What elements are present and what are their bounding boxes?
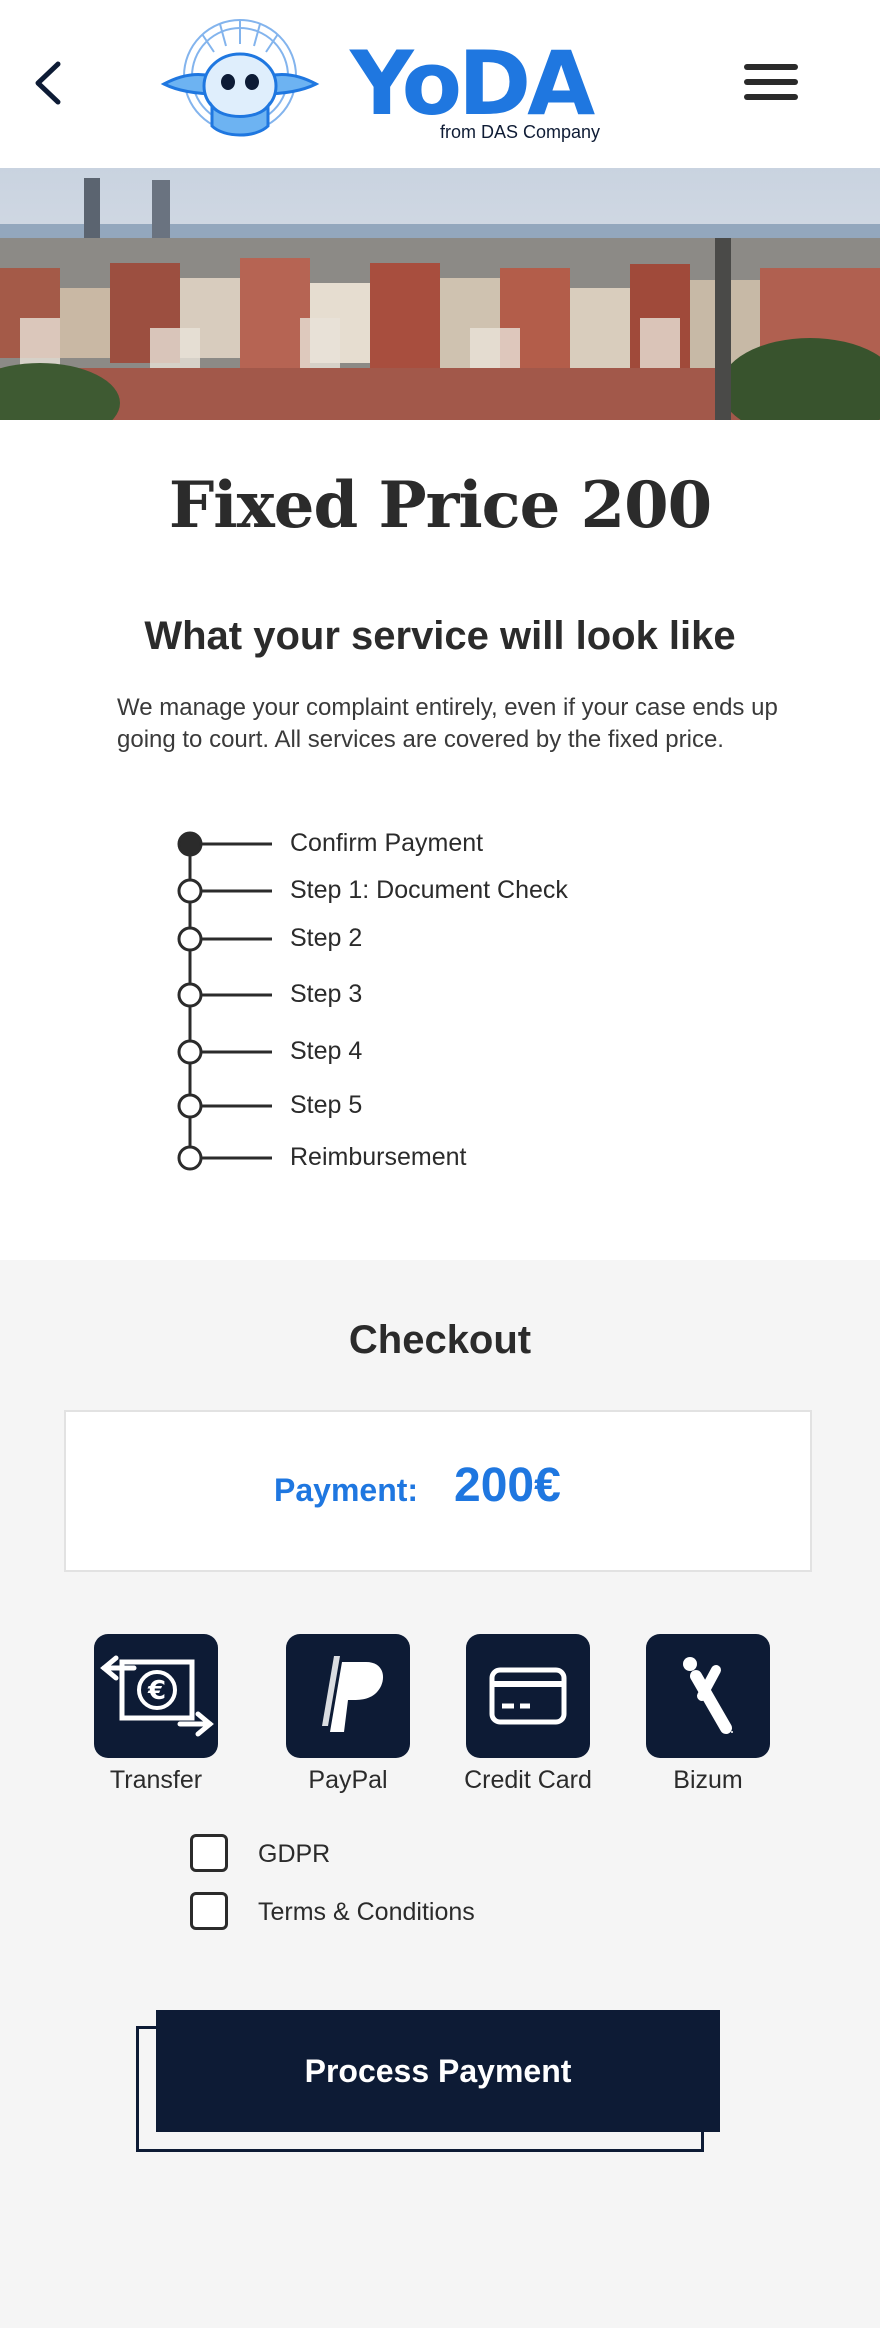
- payment-summary: Payment: 200€: [64, 1410, 812, 1572]
- hamburger-menu-icon[interactable]: [742, 60, 800, 104]
- terms-checkbox[interactable]: [190, 1892, 228, 1930]
- step-label-confirm-payment: Confirm Payment: [290, 829, 484, 857]
- step-label-step-5: Step 5: [290, 1091, 363, 1119]
- payment-method-label: PayPal: [308, 1766, 388, 1794]
- terms-label: Terms & Conditions: [258, 1898, 475, 1926]
- logo-subtext: from DAS Company: [440, 122, 601, 142]
- payment-method-bizum[interactable]: Bizum: [628, 1634, 788, 1814]
- step-marker: [177, 926, 203, 952]
- app-header: YoDA from DAS Company: [0, 0, 880, 168]
- step-label-step-1: Step 1: Document Check: [290, 876, 568, 904]
- checkout-section: Checkout Payment: 200€ € Transfer PayPal…: [0, 1260, 880, 2328]
- gdpr-label: GDPR: [258, 1840, 331, 1868]
- logo-wordmark: YoDA: [350, 32, 595, 135]
- bank-transfer-icon: €: [94, 1634, 218, 1758]
- terms-checkbox-row[interactable]: Terms & Conditions: [190, 1892, 590, 1932]
- credit-card-icon: [466, 1634, 590, 1758]
- step-label-step-4: Step 4: [290, 1037, 363, 1065]
- logo[interactable]: YoDA from DAS Company: [160, 14, 620, 144]
- step-marker: [177, 1093, 203, 1119]
- chevron-left-icon[interactable]: [28, 58, 68, 108]
- svg-text:€: €: [147, 1676, 166, 1706]
- payment-method-paypal[interactable]: PayPal: [268, 1634, 428, 1814]
- step-label-reimbursement: Reimbursement: [290, 1143, 467, 1171]
- step-marker: [177, 1145, 203, 1171]
- payment-method-label: Bizum: [673, 1766, 743, 1794]
- yoda-mascot-icon: [160, 19, 320, 137]
- step-label-step-3: Step 3: [290, 980, 363, 1008]
- payment-method-credit-card[interactable]: Credit Card: [448, 1634, 608, 1814]
- payment-label: Payment:: [274, 1472, 419, 1508]
- section-subtitle: What your service will look like: [144, 614, 736, 658]
- step-label-step-2: Step 2: [290, 924, 363, 952]
- payment-amount: 200€: [454, 1459, 561, 1512]
- service-description: We manage your complaint entirely, even …: [117, 694, 778, 753]
- paypal-icon: [286, 1634, 410, 1758]
- gdpr-checkbox-row[interactable]: GDPR: [190, 1834, 590, 1874]
- payment-method-label: Credit Card: [464, 1766, 592, 1794]
- payment-method-transfer[interactable]: € Transfer: [76, 1634, 236, 1814]
- bizum-icon: [646, 1634, 770, 1758]
- step-marker: [177, 1039, 203, 1065]
- step-marker-completed: [177, 831, 203, 857]
- process-payment-button[interactable]: Process Payment: [156, 2010, 720, 2132]
- gdpr-checkbox[interactable]: [190, 1834, 228, 1872]
- step-marker: [177, 982, 203, 1008]
- hero-image: [0, 168, 880, 420]
- step-marker: [177, 878, 203, 904]
- payment-method-label: Transfer: [109, 1766, 203, 1794]
- page-title: Fixed Price 200: [168, 468, 712, 543]
- checkout-title: Checkout: [348, 1318, 532, 1362]
- progress-timeline: Confirm Payment Step 1: Document Check S…: [0, 820, 880, 1190]
